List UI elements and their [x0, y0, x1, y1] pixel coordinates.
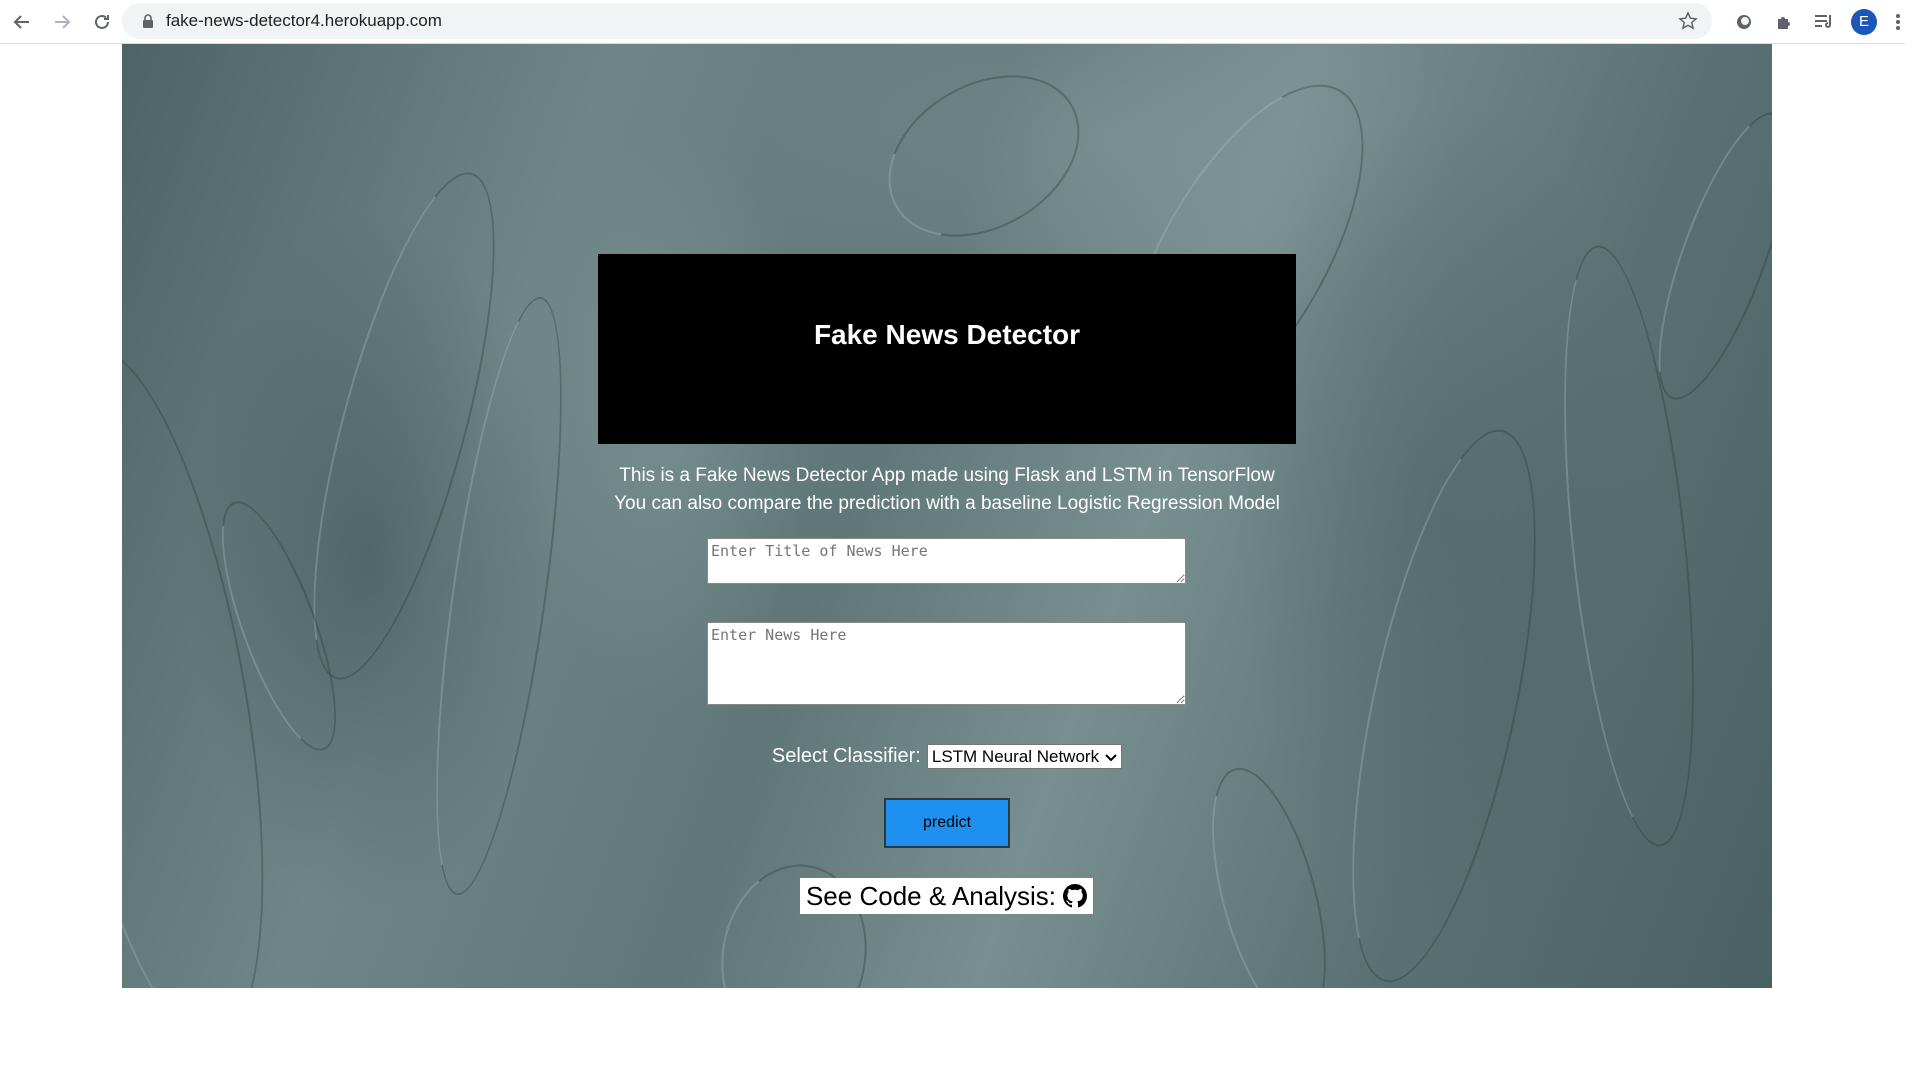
extension-circle-icon[interactable] [1724, 2, 1764, 42]
title-banner: Fake News Detector [598, 254, 1296, 444]
classifier-label: Select Classifier: [771, 745, 921, 767]
code-link-label: See Code & Analysis: [805, 880, 1057, 911]
star-icon[interactable] [1676, 9, 1700, 33]
description-line-1: This is a Fake News Detector App made us… [619, 465, 1275, 486]
app-description: This is a Fake News Detector App made us… [122, 462, 1772, 518]
url-text: fake-news-detector4.herokuapp.com [166, 11, 442, 30]
classifier-row: Select Classifier: LSTM Neural Network [122, 744, 1772, 769]
page-viewport: Fake News Detector This is a Fake News D… [0, 44, 1905, 988]
classifier-select[interactable]: LSTM Neural Network [926, 744, 1123, 769]
github-icon [1063, 884, 1088, 908]
browser-toolbar: fake-news-detector4.herokuapp.com E [0, 0, 1905, 44]
background-image: Fake News Detector This is a Fake News D… [122, 44, 1772, 988]
forward-arrow-icon [55, 14, 71, 29]
reload-icon [95, 14, 109, 29]
lock-icon [138, 11, 158, 31]
predict-button[interactable]: predict [884, 798, 1010, 848]
puzzle-icon[interactable] [1764, 2, 1804, 42]
address-bar[interactable]: fake-news-detector4.herokuapp.com [122, 3, 1712, 39]
page-title: Fake News Detector [813, 319, 1081, 350]
forward-button[interactable] [42, 2, 82, 42]
news-body-input[interactable] [707, 622, 1186, 705]
avatar: E [1851, 8, 1877, 35]
chevron-down-icon [1105, 747, 1117, 767]
news-title-input[interactable] [707, 538, 1186, 584]
profile-button[interactable]: E [1844, 2, 1884, 42]
menu-dots-icon[interactable] [1884, 2, 1912, 42]
code-analysis-link[interactable]: See Code & Analysis: [800, 878, 1093, 914]
classifier-selected-value: LSTM Neural Network [931, 746, 1100, 766]
back-button[interactable] [2, 2, 42, 42]
back-arrow-icon [13, 14, 29, 29]
reload-button[interactable] [82, 2, 122, 42]
reading-list-icon[interactable] [1804, 2, 1844, 42]
description-line-2: You can also compare the prediction with… [614, 493, 1280, 514]
